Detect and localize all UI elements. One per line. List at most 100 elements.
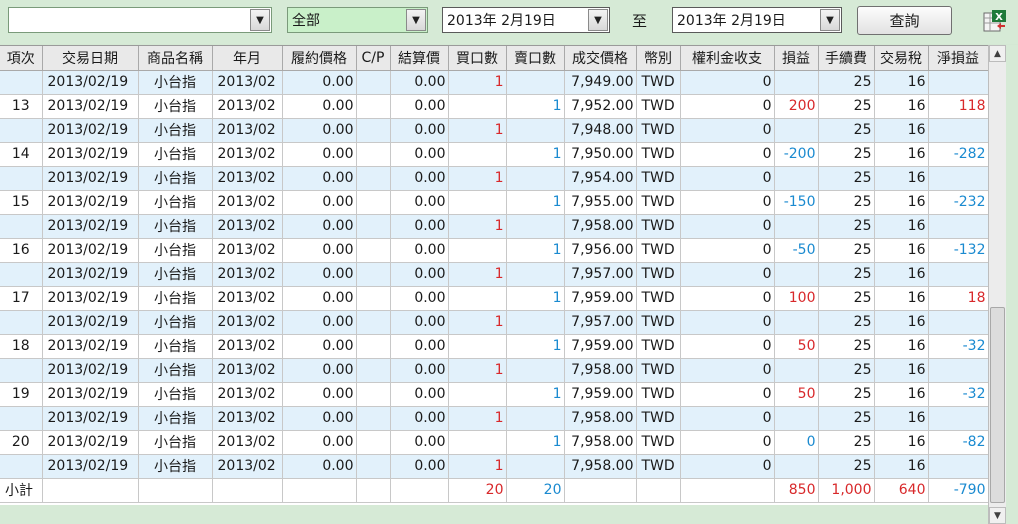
table-row[interactable]: 18 2013/02/19 小台指 2013/02 0.00 0.00 1 7,959.00 T… [0,334,988,359]
cell-price: 7,959.00 [564,382,637,407]
date-to-picker[interactable]: 2013年 2月19日 ▼ [672,7,842,33]
table-row[interactable]: 19 2013/02/19 小台指 2013/02 0.00 0.00 1 7,959.00 T… [0,382,988,407]
vertical-scrollbar[interactable]: ▲ ▼ [988,45,1006,524]
cell-cp [356,310,391,335]
cell-settle: 0.00 [390,406,449,431]
cell-product: 小台指 [138,94,213,119]
cell-fee: 25 [818,118,875,143]
scroll-down-icon[interactable]: ▼ [989,507,1006,524]
cell-strike: 0.00 [282,166,357,191]
cell-no: 16 [0,238,43,263]
toolbar: ▼ 全部 ▼ 2013年 2月19日 ▼ 至 2013年 2月19日 ▼ 查詢 … [0,0,1018,44]
cell-ym: 2013/02 [212,118,283,143]
cell-fee: 25 [818,166,875,191]
header-col-yearmonth[interactable]: 年月 [212,46,283,71]
cell-settle: 0.00 [390,454,449,479]
scroll-up-icon[interactable]: ▲ [989,45,1006,62]
cell-product: 小台指 [138,142,213,167]
header-col-date[interactable]: 交易日期 [42,46,139,71]
cell-buy [448,142,507,167]
header-col-sell-qty[interactable]: 賣口數 [506,46,565,71]
header-col-fee[interactable]: 手續費 [818,46,875,71]
table-row[interactable]: 17 2013/02/19 小台指 2013/02 0.00 0.00 1 7,959.00 T… [0,286,988,311]
cell-pl: 50 [774,382,819,407]
cell-premium: 0 [680,334,775,359]
cell-tax: 16 [874,262,929,287]
table-row[interactable]: 2013/02/19 小台指 2013/02 0.00 0.00 1 7,958.00 TWD… [0,454,988,479]
cell-strike: 0.00 [282,382,357,407]
cell-cp [356,238,391,263]
cell-premium: 0 [680,70,775,95]
account-select[interactable]: ▼ [8,7,272,33]
table-row[interactable]: 15 2013/02/19 小台指 2013/02 0.00 0.00 1 7,955.00 T… [0,190,988,215]
cell-settle: 0.00 [390,382,449,407]
chevron-down-icon[interactable]: ▼ [250,9,270,31]
header-col-price[interactable]: 成交價格 [564,46,637,71]
cell-price: 7,957.00 [564,262,637,287]
cell-cp [356,262,391,287]
trade-detail-grid[interactable]: 項次 交易日期 商品名稱 年月 履約價格 C/P 結算價 買口數 賣口數 成交價格 幣別 權利金收支損… [0,45,988,505]
table-row[interactable]: 2013/02/19 小台指 2013/02 0.00 0.00 1 7,948.00 TWD… [0,118,988,143]
cell-tax: 16 [874,382,929,407]
table-row[interactable]: 16 2013/02/19 小台指 2013/02 0.00 0.00 1 7,956.00 T… [0,238,988,263]
panel-margin [1006,45,1018,524]
table-row[interactable]: 2013/02/19 小台指 2013/02 0.00 0.00 1 7,957.00 TWD… [0,310,988,335]
query-button[interactable]: 查詢 [857,6,952,35]
scrollbar-thumb[interactable] [990,307,1005,503]
cell-tax: 16 [874,358,929,383]
table-row[interactable]: 13 2013/02/19 小台指 2013/02 0.00 0.00 1 7,952.00 T… [0,94,988,119]
table-row[interactable]: 2013/02/19 小台指 2013/02 0.00 0.00 1 7,958.00 TWD… [0,406,988,431]
cell-fee: 25 [818,382,875,407]
cell-sell: 1 [506,190,565,215]
cell-strike: 0.00 [282,94,357,119]
cell-tax: 16 [874,94,929,119]
header-col-no[interactable]: 項次 [0,46,43,71]
cell-fee: 25 [818,310,875,335]
cell-pl: -200 [774,142,819,167]
cell-buy [448,238,507,263]
table-row[interactable]: 2013/02/19 小台指 2013/02 0.00 0.00 1 7,958.00 TWD… [0,214,988,239]
header-col-currency[interactable]: 幣別 [636,46,681,71]
cell-net [928,310,988,335]
header-col-strike[interactable]: 履約價格 [282,46,357,71]
table-row[interactable]: 2013/02/19 小台指 2013/02 0.00 0.00 1 7,949.00 TWD… [0,70,988,95]
cell-buy [448,430,507,455]
cell-tax: 16 [874,190,929,215]
cell-cur: TWD [636,190,681,215]
header-col-cp[interactable]: C/P [356,46,391,71]
header-col-pl[interactable]: 損益 [774,46,819,71]
excel-export-icon[interactable]: X [983,9,1007,33]
date-range-separator: 至 [632,12,648,30]
table-row[interactable]: 2013/02/19 小台指 2013/02 0.00 0.00 1 7,958.00 TWD… [0,358,988,383]
cell-net [928,262,988,287]
subtotal-row: 小計 20 20 850 1,000 640 -790 [0,478,988,503]
cell-price: 7,958.00 [564,430,637,455]
cell-date: 2013/02/19 [42,454,139,479]
header-col-product[interactable]: 商品名稱 [138,46,213,71]
cell-fee: 25 [818,238,875,263]
category-select[interactable]: 全部 ▼ [287,7,428,33]
chevron-down-icon[interactable]: ▼ [588,9,608,31]
header-col-buy-qty[interactable]: 買口數 [448,46,507,71]
cell-cur: TWD [636,142,681,167]
table-row[interactable]: 14 2013/02/19 小台指 2013/02 0.00 0.00 1 7,950.00 T… [0,142,988,167]
header-col-settle[interactable]: 結算價 [390,46,449,71]
cell-pl: 50 [774,334,819,359]
chevron-down-icon[interactable]: ▼ [406,9,426,31]
cell-product: 小台指 [138,286,213,311]
subtotal-date [42,478,139,503]
cell-fee: 25 [818,190,875,215]
cell-price: 7,950.00 [564,142,637,167]
grid-footer-panel [0,505,988,524]
date-from-picker[interactable]: 2013年 2月19日 ▼ [442,7,610,33]
subtotal-premium [680,478,775,503]
table-row[interactable]: 2013/02/19 小台指 2013/02 0.00 0.00 1 7,957.00 TWD… [0,262,988,287]
chevron-down-icon[interactable]: ▼ [820,9,840,31]
header-col-premium[interactable]: 權利金收支 [680,46,775,71]
table-row[interactable]: 20 2013/02/19 小台指 2013/02 0.00 0.00 1 7,958.00 T… [0,430,988,455]
cell-sell: 1 [506,94,565,119]
header-col-net-pl[interactable]: 淨損益 [928,46,988,71]
table-row[interactable]: 2013/02/19 小台指 2013/02 0.00 0.00 1 7,954.00 TWD… [0,166,988,191]
header-col-tax[interactable]: 交易稅 [874,46,929,71]
cell-no: 17 [0,286,43,311]
